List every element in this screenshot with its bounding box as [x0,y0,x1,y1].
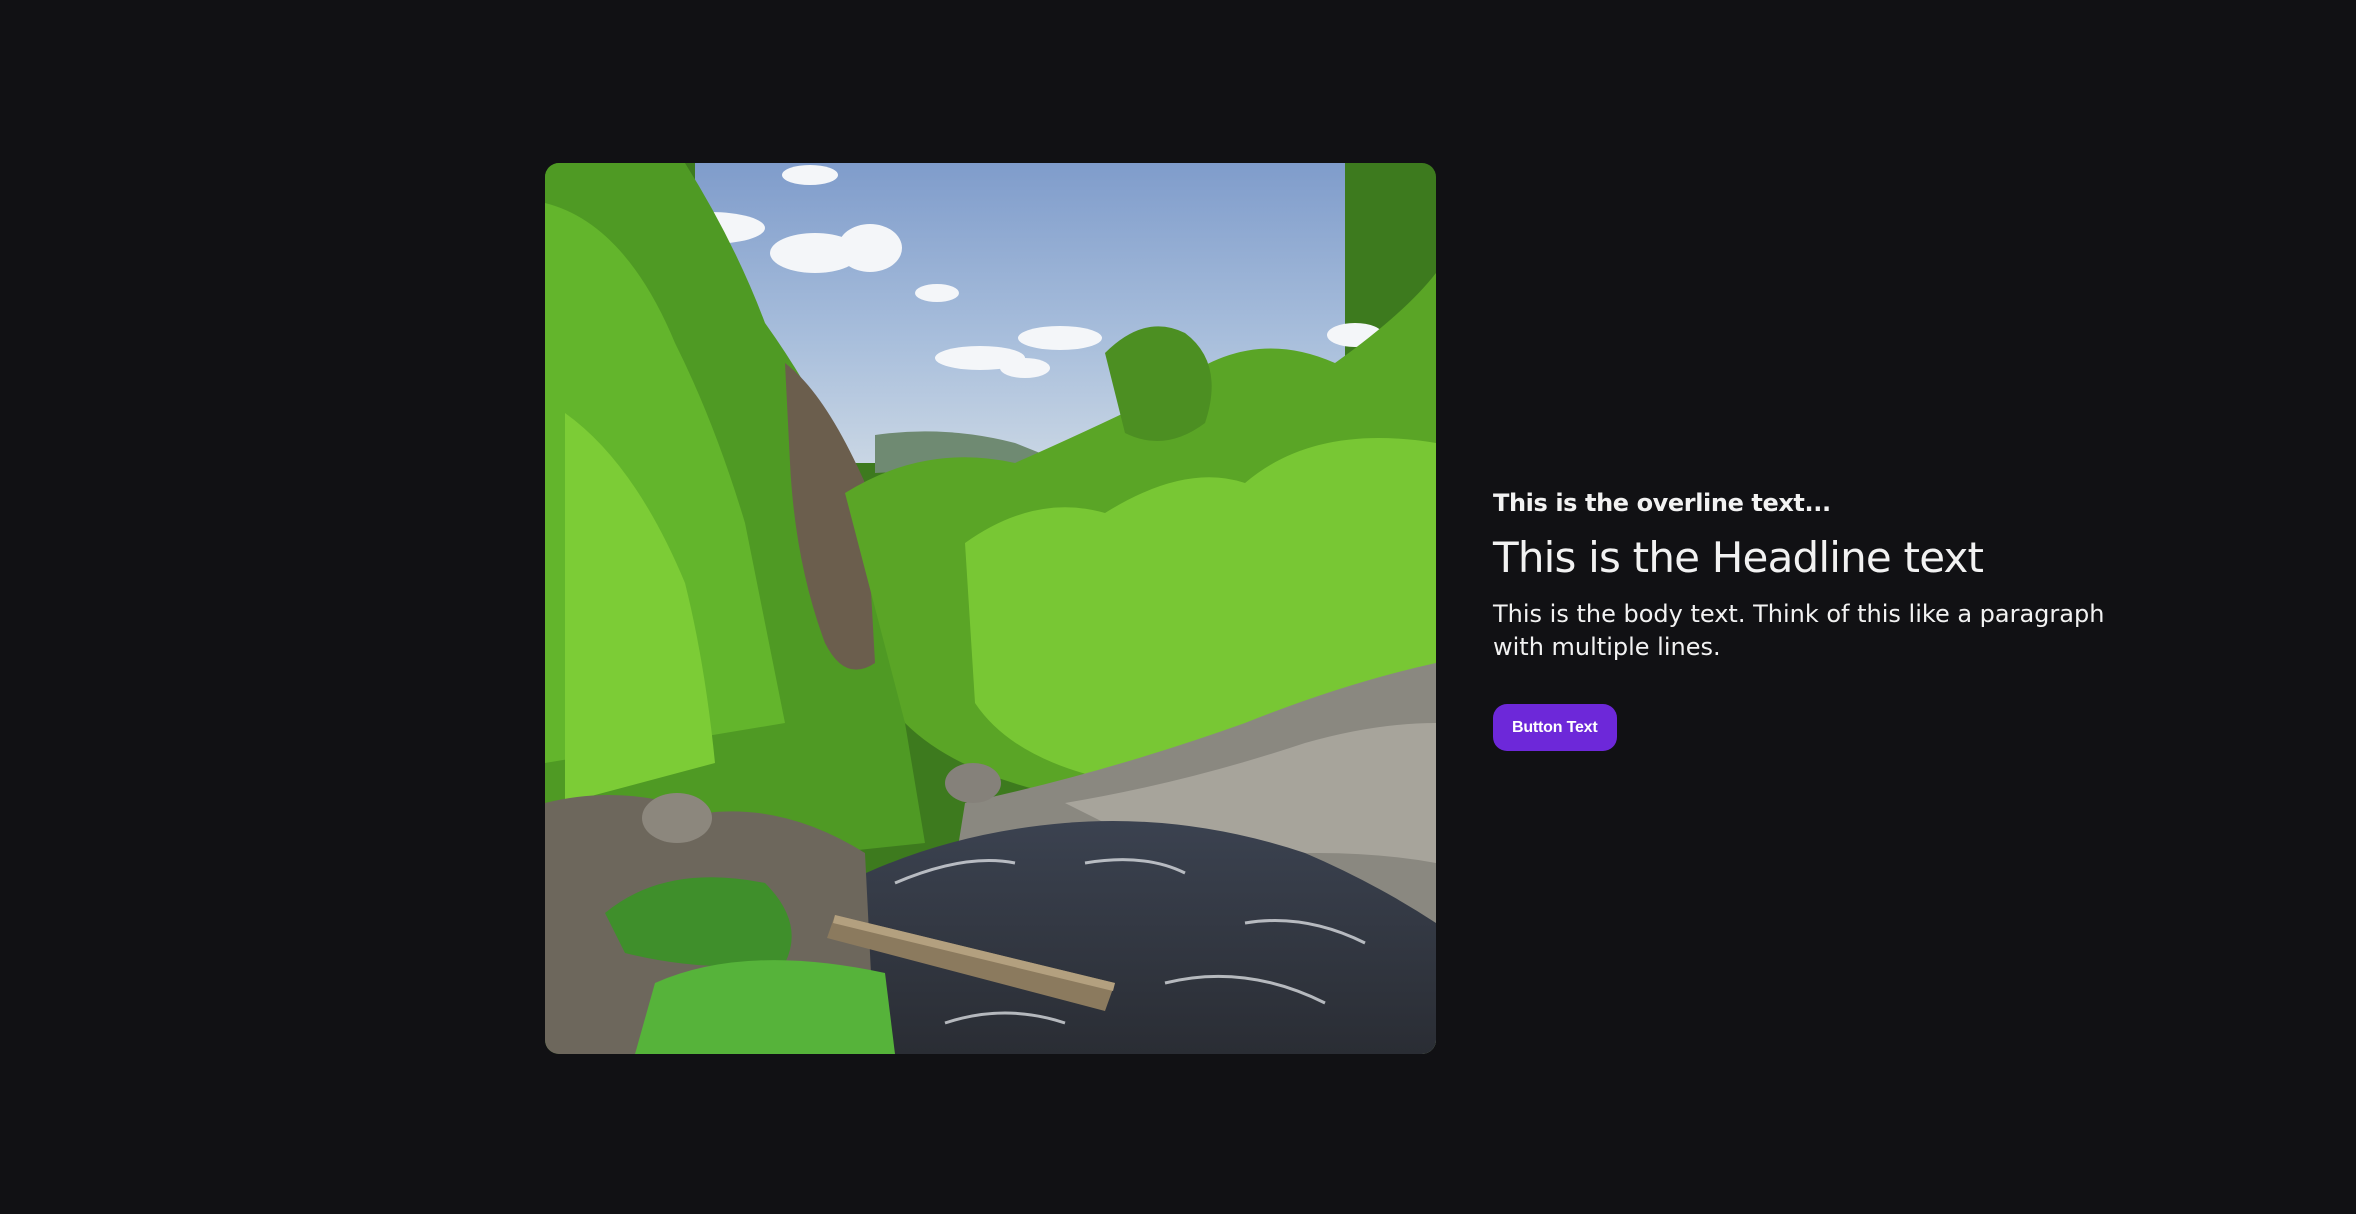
headline-text: This is the Headline text [1493,533,1984,582]
hero-image [545,163,1436,1054]
overline-text: This is the overline text... [1493,489,1831,517]
page: This is the overline text... This is the… [0,0,2356,1214]
body-text: This is the body text. Think of this lik… [1493,600,2105,661]
hero-content: This is the overline text... This is the… [1493,486,2133,751]
cta-button[interactable]: Button Text [1493,704,1617,751]
forest-waterfall-photo-icon [545,163,1436,1054]
